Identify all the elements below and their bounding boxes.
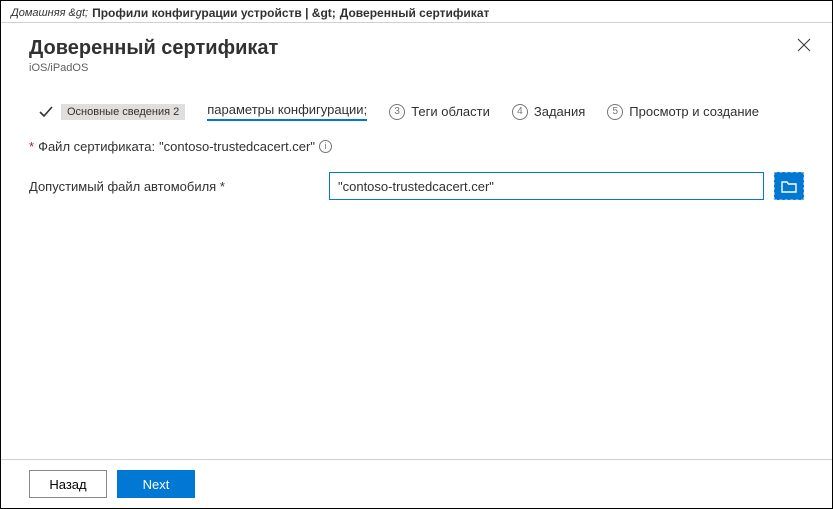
step-config-label: параметры конфигурации; xyxy=(207,102,367,117)
info-icon[interactable]: i xyxy=(319,140,332,153)
page-subtitle: iOS/iPadOS xyxy=(29,62,804,74)
step-basics-label: Основные сведения 2 xyxy=(61,104,185,120)
step-review[interactable]: 5 Просмотр и создание xyxy=(607,104,759,120)
back-button[interactable]: Назад xyxy=(29,470,107,498)
step-basics[interactable]: Основные сведения 2 xyxy=(37,103,185,121)
file-field-row: Допустимый файл автомобиля * xyxy=(29,172,804,200)
cert-label-text: Файл сертификата: xyxy=(38,139,155,154)
step-config[interactable]: параметры конфигурации; xyxy=(207,102,367,121)
wizard-stepper: Основные сведения 2 параметры конфигурац… xyxy=(1,80,832,131)
step-review-label: Просмотр и создание xyxy=(629,104,759,119)
breadcrumb-home[interactable]: Домашняя &gt; xyxy=(11,7,88,19)
breadcrumb: Домашняя &gt; Профили конфигурации устро… xyxy=(1,1,832,23)
cert-filename: "contoso-trustedcacert.cer" xyxy=(159,139,315,154)
step-assignments-label: Задания xyxy=(534,104,585,119)
close-button[interactable] xyxy=(796,37,814,55)
wizard-footer: Назад Next xyxy=(1,459,832,508)
form-area: * Файл сертификата: "contoso-trustedcace… xyxy=(1,131,832,210)
check-icon xyxy=(37,103,55,121)
certificate-file-label: * Файл сертификата: "contoso-trustedcace… xyxy=(29,139,804,154)
certificate-file-input[interactable] xyxy=(329,172,764,200)
page-header: Доверенный сертификат iOS/iPadOS xyxy=(1,23,832,80)
step-number-icon: 4 xyxy=(512,104,528,120)
step-scope-tags-label: Теги области xyxy=(411,104,490,119)
next-button[interactable]: Next xyxy=(117,470,195,498)
folder-icon xyxy=(781,179,797,193)
close-icon xyxy=(796,37,812,53)
breadcrumb-profiles[interactable]: Профили конфигурации устройств | &gt; xyxy=(92,6,336,20)
page-title: Доверенный сертификат xyxy=(29,37,804,60)
breadcrumb-current: Доверенный сертификат xyxy=(340,6,490,20)
step-assignments[interactable]: 4 Задания xyxy=(512,104,585,120)
browse-button[interactable] xyxy=(774,172,804,200)
step-number-icon: 5 xyxy=(607,104,623,120)
step-number-icon: 3 xyxy=(389,104,405,120)
file-field-label: Допустимый файл автомобиля * xyxy=(29,179,319,194)
step-scope-tags[interactable]: 3 Теги области xyxy=(389,104,490,120)
required-indicator: * xyxy=(29,139,34,154)
